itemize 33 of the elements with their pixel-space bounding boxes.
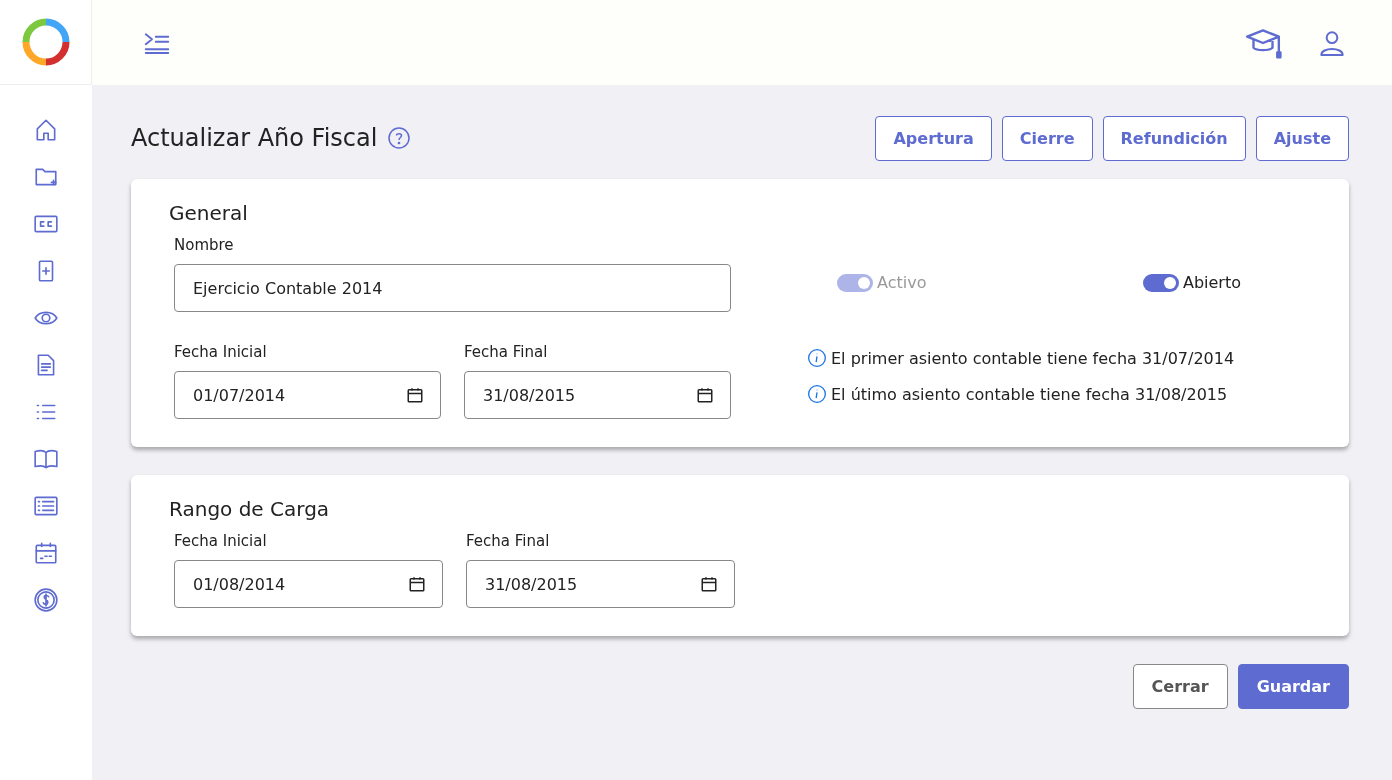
date-field[interactable]: 31/08/2015 bbox=[464, 371, 731, 419]
date-field[interactable]: 01/08/2014 bbox=[174, 560, 443, 608]
field-label: Fecha Final bbox=[464, 343, 548, 361]
name-field[interactable]: Ejercicio Contable 2014 bbox=[174, 264, 731, 312]
field-label: Fecha Inicial bbox=[174, 532, 267, 550]
help-icon[interactable] bbox=[387, 126, 412, 150]
info-text: El útimo asiento contable tiene fecha 31/08/2015 bbox=[831, 384, 1228, 404]
section-title: Rango de Carga bbox=[169, 497, 331, 521]
toggle-label: Abierto bbox=[1182, 273, 1241, 292]
date-field[interactable]: 31/08/2015 bbox=[466, 560, 735, 608]
action-button[interactable]: Refundición bbox=[1102, 115, 1246, 161]
info-icon bbox=[807, 348, 827, 368]
action-button[interactable]: Ajuste bbox=[1255, 115, 1349, 161]
toggle-label: Activo bbox=[877, 273, 927, 292]
action-button[interactable]: Apertura bbox=[875, 115, 992, 161]
calendar-icon[interactable] bbox=[696, 386, 714, 404]
toggle-switch[interactable] bbox=[1142, 273, 1179, 292]
action-button[interactable]: Cierre bbox=[1001, 115, 1093, 161]
calendar-icon[interactable] bbox=[700, 575, 718, 593]
date-field[interactable]: 01/07/2014 bbox=[174, 371, 441, 419]
calendar-icon[interactable] bbox=[406, 386, 424, 404]
field-label: Nombre bbox=[174, 236, 234, 254]
close-button[interactable]: Cerrar bbox=[1132, 664, 1228, 709]
info-icon bbox=[807, 384, 827, 404]
dollar-icon[interactable] bbox=[33, 587, 59, 613]
field-label: Fecha Final bbox=[466, 532, 550, 550]
save-button[interactable]: Guardar bbox=[1237, 664, 1349, 709]
page-title: Actualizar Año Fiscal bbox=[131, 124, 378, 152]
calendar-icon[interactable] bbox=[408, 575, 426, 593]
field-label: Fecha Inicial bbox=[174, 343, 267, 361]
info-text: El primer asiento contable tiene fecha 31/07/2014 bbox=[831, 348, 1235, 368]
logo-icon[interactable] bbox=[21, 18, 70, 66]
section-title: General bbox=[169, 201, 249, 225]
